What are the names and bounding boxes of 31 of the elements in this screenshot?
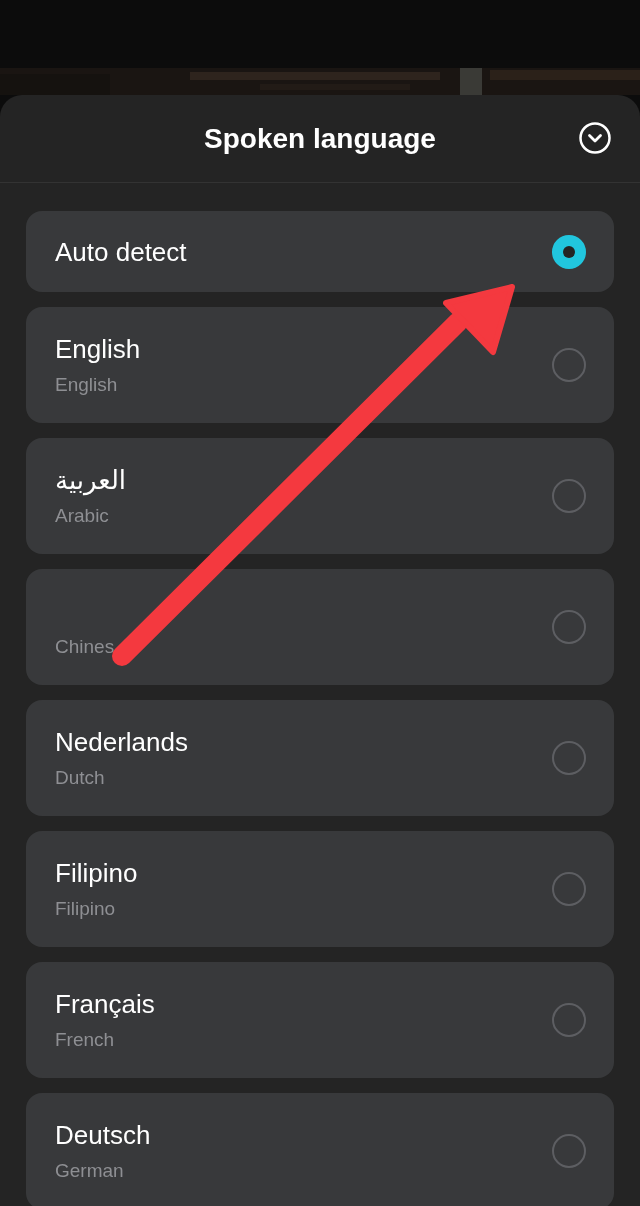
language-subtitle: French (55, 1029, 116, 1051)
language-subtitle: Chines (55, 636, 115, 658)
radio-button[interactable] (552, 1003, 586, 1037)
language-subtitle: German (55, 1160, 125, 1182)
language-option[interactable]: Nederlands Dutch (26, 700, 614, 816)
language-subtitle: Dutch (55, 767, 106, 789)
radio-button[interactable] (552, 479, 586, 513)
language-name: Français (55, 989, 155, 1019)
language-option[interactable]: Deutsch German (26, 1093, 614, 1206)
radio-button[interactable] (552, 610, 586, 644)
language-option[interactable]: Français French (26, 962, 614, 1078)
language-subtitle: Arabic (55, 505, 110, 527)
language-name: العربية (55, 465, 127, 495)
collapse-button[interactable] (578, 121, 612, 155)
language-option[interactable]: Auto detect (26, 211, 614, 292)
language-subtitle: Filipino (55, 898, 117, 920)
radio-button[interactable] (552, 348, 586, 382)
language-name: Nederlands (55, 727, 188, 757)
radio-button[interactable] (552, 1134, 586, 1168)
radio-button[interactable] (552, 741, 586, 775)
radio-button[interactable] (552, 234, 586, 269)
sheet-title: Spoken language (204, 122, 436, 155)
language-name: Auto detect (55, 236, 187, 267)
language-option[interactable]: Chines (26, 569, 614, 685)
language-option[interactable]: English English (26, 307, 614, 423)
radio-button[interactable] (552, 872, 586, 906)
language-name: Filipino (55, 858, 138, 888)
language-subtitle: English (55, 374, 119, 396)
language-name: English (55, 334, 141, 364)
language-name: Deutsch (55, 1120, 151, 1150)
language-option[interactable]: Filipino Filipino (26, 831, 614, 947)
